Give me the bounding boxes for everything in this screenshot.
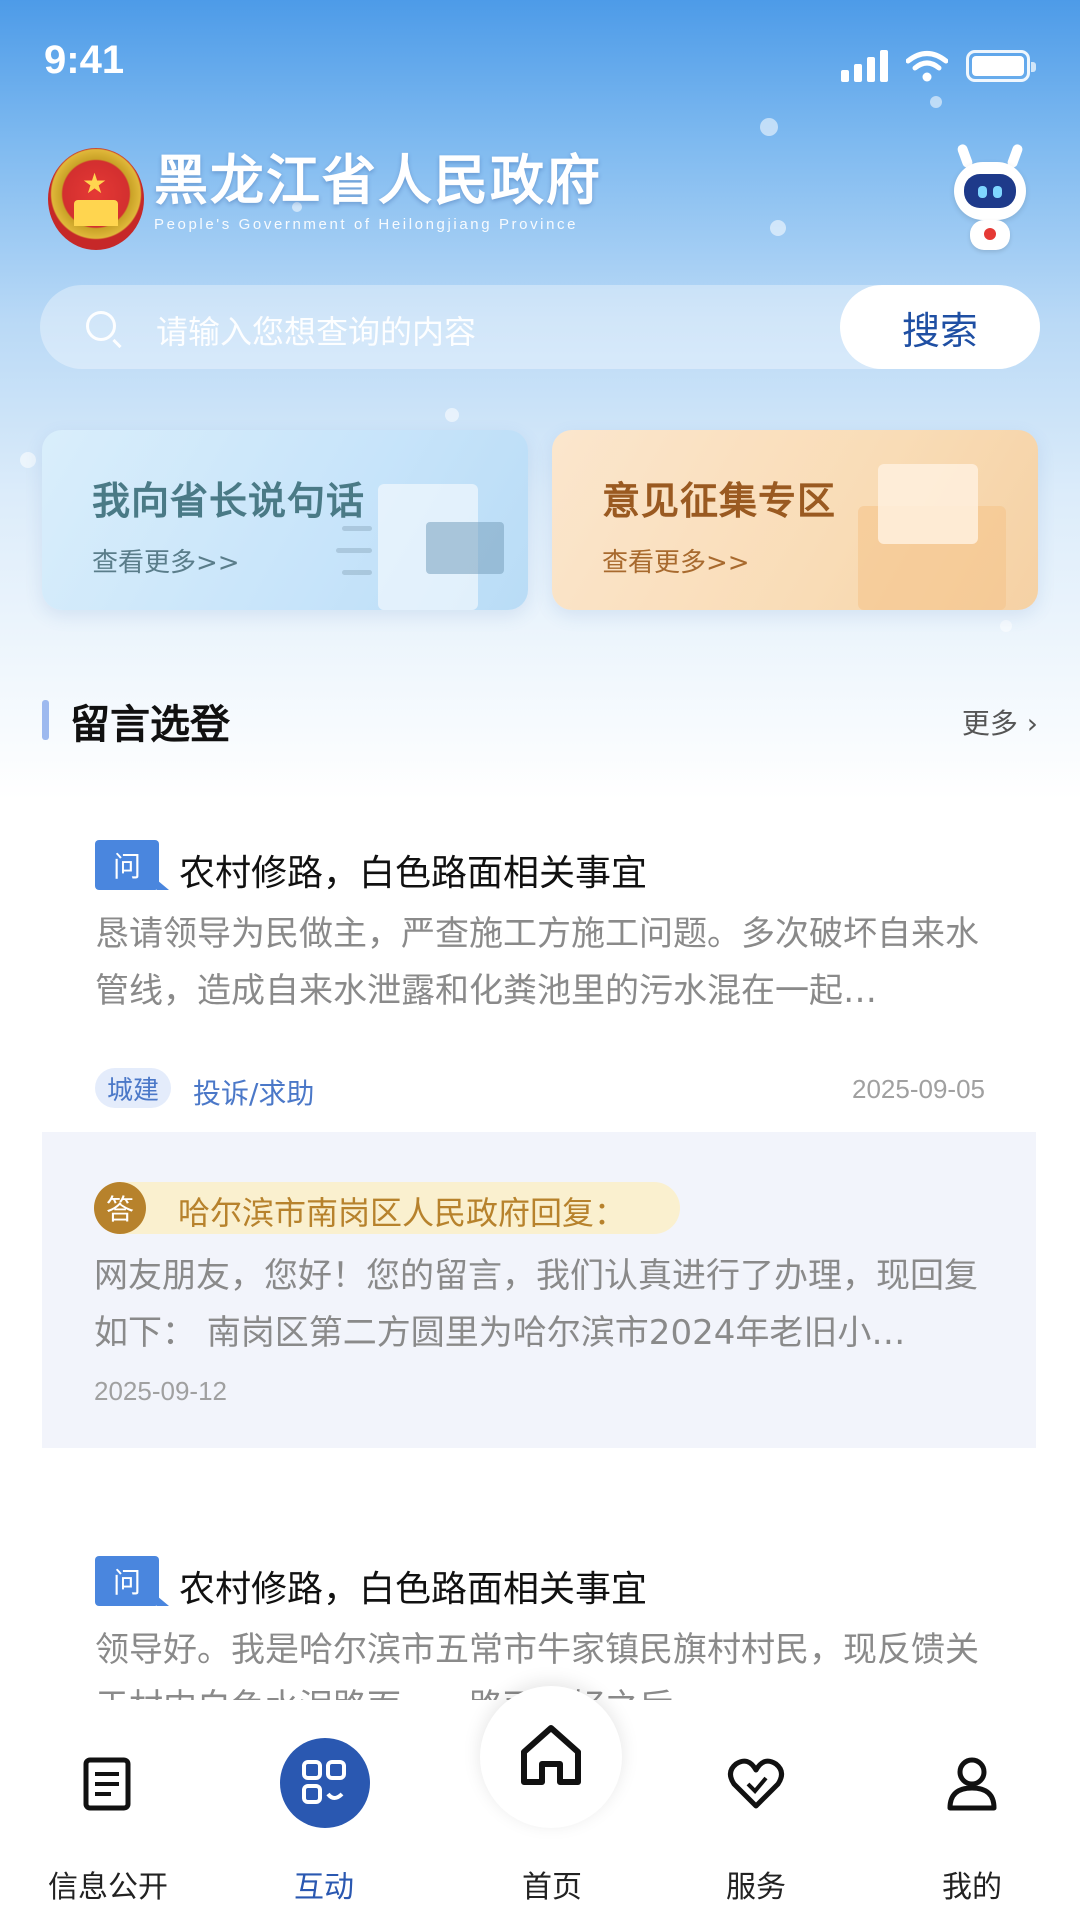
search-bar[interactable]: 请输入您想查询的内容 搜索: [40, 285, 1040, 369]
answer-org: 哈尔滨市南岗区人民政府回复：: [178, 1194, 627, 1232]
tab-label: 首页: [522, 1870, 582, 1905]
card-more-link[interactable]: 查看更多>>: [602, 542, 750, 579]
brand-title: 黑龙江省人民政府: [154, 148, 602, 212]
status-time: 9:41: [44, 38, 125, 82]
home-floating-button[interactable]: [480, 1686, 622, 1828]
brand-header: ★ 黑龙江省人民政府 People's Government of Heilon…: [48, 148, 602, 250]
search-icon: [86, 311, 116, 341]
letter-paper-icon: [878, 464, 978, 544]
national-emblem-icon: ★: [48, 148, 144, 250]
document-icon: [83, 1757, 131, 1811]
tab-label: 互动: [294, 1870, 354, 1905]
status-bar: 9:41: [0, 0, 1080, 130]
wifi-icon: [906, 51, 948, 82]
messages-section-header: 留言选登 更多 ›: [42, 692, 1038, 748]
category-tag: 城建: [95, 1068, 172, 1108]
interaction-icon: [302, 1760, 346, 1804]
home-icon: [521, 1725, 581, 1785]
answer-box[interactable]: 答 哈尔滨市南岗区人民政府回复： 网友朋友，您好！您的留言，我们认真进行了办理，…: [42, 1132, 1036, 1448]
card-title: 我向省长说句话: [92, 479, 366, 523]
battery-icon: [966, 50, 1036, 82]
section-title: 留言选登: [70, 702, 230, 748]
answer-date: 2025-09-12: [94, 1376, 227, 1406]
envelope-illustration-icon: [426, 522, 504, 574]
question-date: 2025-09-05: [852, 1074, 985, 1104]
question-title: 农村修路，白色路面相关事宜: [179, 853, 648, 894]
card-title: 意见征集专区: [602, 479, 837, 523]
mascot-robot-icon[interactable]: [950, 143, 1030, 254]
question-badge: 问: [95, 1556, 169, 1606]
tab-label: 服务: [726, 1870, 786, 1905]
governor-message-card[interactable]: 我向省长说句话 查看更多>>: [42, 430, 528, 610]
search-button[interactable]: 搜索: [840, 285, 1040, 369]
brand-subtitle: People's Government of Heilongjiang Prov…: [154, 216, 579, 233]
answer-body: 网友朋友，您好！您的留言，我们认真进行了办理，现回复如下： 南岗区第二方圆里为哈…: [94, 1256, 978, 1353]
card-more-link[interactable]: 查看更多>>: [92, 542, 240, 579]
search-input[interactable]: 请输入您想查询的内容: [156, 307, 476, 353]
list-item[interactable]: 问 农村修路，白色路面相关事宜 恳请领导为民做主，严查施工方施工问题。多次破坏自…: [95, 840, 995, 1120]
status-icons: [841, 50, 1036, 82]
question-badge: 问: [95, 840, 169, 890]
tab-label: 信息公开: [48, 1870, 168, 1905]
cellular-signal-icon: [841, 50, 888, 82]
opinion-collection-card[interactable]: 意见征集专区 查看更多>>: [552, 430, 1038, 610]
heart-icon: [728, 1758, 784, 1809]
question-body: 恳请领导为民做主，严查施工方施工问题。多次破坏自来水管线，造成自来水泄露和化粪池…: [95, 914, 979, 1011]
question-title: 农村修路，白色路面相关事宜: [179, 1569, 648, 1610]
user-icon: [947, 1757, 997, 1811]
section-more-link[interactable]: 更多 ›: [962, 702, 1038, 742]
answer-header: 答 哈尔滨市南岗区人民政府回复：: [94, 1182, 680, 1234]
answer-badge: 答: [94, 1182, 146, 1234]
tab-label: 我的: [942, 1870, 1002, 1905]
type-tag: 投诉/求助: [193, 1077, 315, 1110]
section-accent-bar: [42, 700, 49, 740]
